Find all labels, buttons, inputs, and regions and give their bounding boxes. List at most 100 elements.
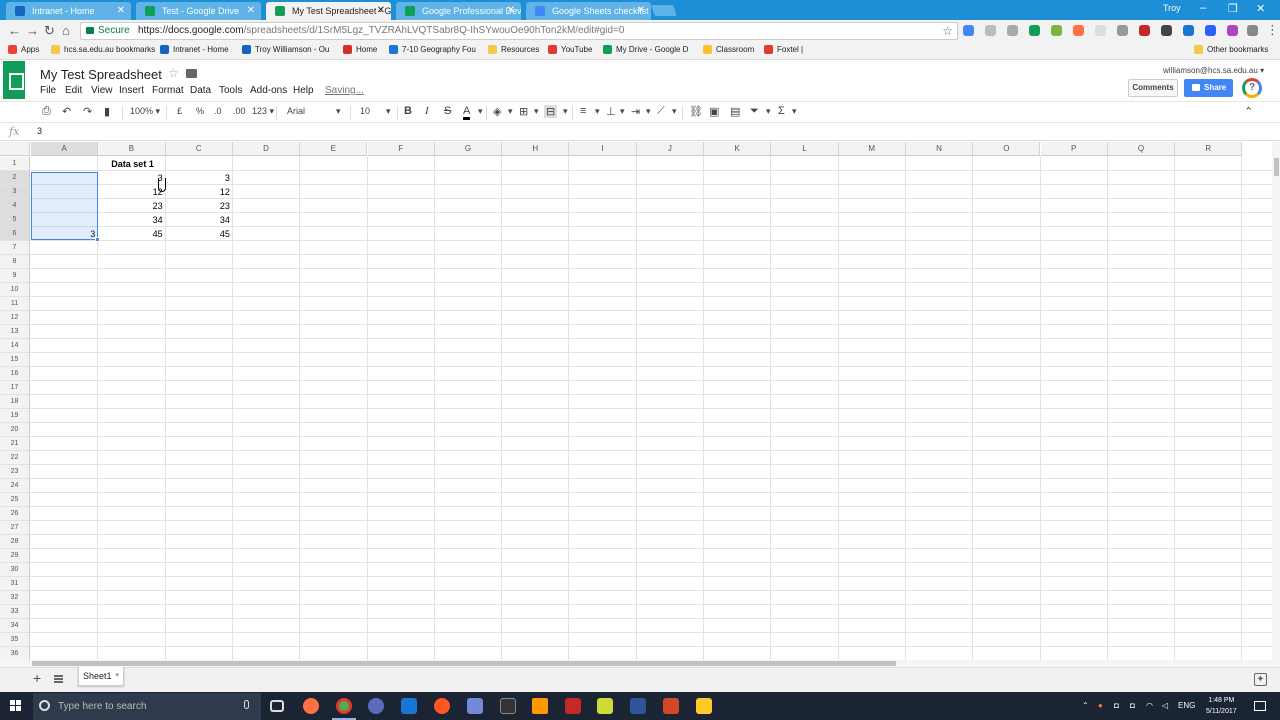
extension-icon[interactable] [1029,25,1040,36]
task-view-icon[interactable] [270,700,284,712]
app-icon-2[interactable] [597,698,613,714]
vlc-icon[interactable] [532,698,548,714]
column-header-f[interactable]: F [367,142,435,156]
vertical-align-dropdown-icon[interactable]: ▾ [620,106,625,117]
row-header-21[interactable]: 21 [0,437,30,451]
extension-icon[interactable] [1073,25,1084,36]
undo-icon[interactable]: ↶ [62,105,71,118]
app-icon[interactable] [500,698,516,714]
currency-button[interactable]: £ [177,106,182,116]
menu-help[interactable]: Help [293,85,314,96]
browser-app-icon[interactable] [368,698,384,714]
column-header-c[interactable]: C [165,142,233,156]
cell-c2[interactable]: 3 [166,171,233,185]
row-header-3[interactable]: 3 [0,185,30,199]
fill-color-icon[interactable]: ◈ [493,105,501,118]
cell-b5[interactable]: 34 [98,213,165,227]
language-indicator[interactable]: ENG [1178,701,1195,710]
row-header-16[interactable]: 16 [0,367,30,381]
account-email[interactable]: williamson@hcs.sa.edu.au ▾ [1163,66,1264,75]
row-header-15[interactable]: 15 [0,353,30,367]
fill-color-dropdown-icon[interactable]: ▾ [508,106,513,117]
extension-icon[interactable] [1205,25,1216,36]
all-sheets-icon[interactable] [54,675,63,683]
close-tab-icon[interactable]: ✕ [637,2,645,20]
browser-menu-icon[interactable]: ⋮ [1266,22,1279,38]
browser-tab[interactable]: Intranet - Home ✕ [6,2,131,20]
row-header-23[interactable]: 23 [0,465,30,479]
text-rotation-dropdown-icon[interactable]: ▾ [672,106,677,117]
column-header-e[interactable]: E [300,142,368,156]
cell-c6[interactable]: 45 [166,227,233,241]
saving-status[interactable]: Saving... [325,85,364,96]
text-wrapping-dropdown-icon[interactable]: ▾ [646,106,651,117]
cell-c4[interactable]: 23 [166,199,233,213]
merge-cells-icon[interactable]: ⊟ [544,105,558,118]
horizontal-scroll-thumb[interactable] [32,661,896,666]
help-icon[interactable]: ? [1242,78,1262,98]
column-header-j[interactable]: J [636,142,704,156]
borders-icon[interactable]: ⊞ [519,105,528,118]
row-header-24[interactable]: 24 [0,479,30,493]
insert-comment-icon[interactable]: ▣ [709,105,719,118]
bookmark-star-icon[interactable]: ☆ [942,23,953,39]
row-header-20[interactable]: 20 [0,423,30,437]
column-header-n[interactable]: N [905,142,974,156]
row-header-29[interactable]: 29 [0,549,30,563]
column-header-l[interactable]: L [771,142,839,156]
cell-b6[interactable]: 45 [98,227,165,241]
clock[interactable]: 1:48 PM 5/11/2017 [1206,695,1237,717]
bookmark-item[interactable]: Home [343,45,377,54]
menu-tools[interactable]: Tools [219,85,242,96]
close-tab-icon[interactable]: ✕ [377,2,385,20]
share-button[interactable]: Share [1184,79,1233,97]
firefox-icon[interactable] [303,698,319,714]
back-icon[interactable]: ← [8,23,21,38]
strikethrough-button[interactable]: S [444,105,451,117]
bookmark-item[interactable]: My Drive - Google D [603,45,688,54]
sheets-logo-icon[interactable] [3,61,25,99]
insert-link-icon[interactable]: ⛓ [689,105,703,118]
cell-c3[interactable]: 12 [166,185,233,199]
text-color-button[interactable]: A [463,105,471,120]
tray-app-icon[interactable]: ● [1098,701,1103,710]
column-header-h[interactable]: H [502,142,570,156]
vertical-scrollbar[interactable] [1272,142,1280,660]
column-header-m[interactable]: M [838,142,906,156]
menu-format[interactable]: Format [152,85,184,96]
close-window-icon[interactable]: ✕ [1256,2,1265,15]
select-all-corner[interactable] [0,142,30,156]
percent-button[interactable]: % [196,106,204,116]
extension-icon[interactable] [1095,25,1106,36]
minimize-icon[interactable]: – [1200,2,1206,14]
row-header-1[interactable]: 1 [0,157,30,171]
extension-icon[interactable] [1139,25,1150,36]
extension-icon[interactable] [1117,25,1128,36]
bookmark-item[interactable]: Intranet - Home [160,45,229,54]
borders-dropdown-icon[interactable]: ▾ [534,106,539,117]
increase-decimal-button[interactable]: .00 [233,106,246,116]
font-size-select[interactable]: 10 ▾ [360,106,392,116]
close-tab-icon[interactable]: ✕ [507,2,515,20]
forward-icon[interactable]: → [26,23,39,38]
redo-icon[interactable]: ↷ [83,105,92,118]
taskbar-search[interactable]: Type here to search [33,693,261,720]
notifications-icon[interactable] [1254,701,1266,711]
maximize-icon[interactable]: ❐ [1228,2,1238,15]
text-color-dropdown-icon[interactable]: ▾ [478,106,483,117]
volume-icon[interactable]: ◁ [1162,701,1168,710]
add-sheet-icon[interactable]: + [33,670,41,686]
browser-tab[interactable]: Google Sheets checklist ✕ [526,2,651,20]
row-header-4[interactable]: 4 [0,199,30,213]
merge-dropdown-icon[interactable]: ▾ [563,106,568,117]
word-icon[interactable] [630,698,646,714]
bookmark-item[interactable]: Apps [8,45,39,54]
row-header-30[interactable]: 30 [0,563,30,577]
column-header-p[interactable]: P [1040,142,1108,156]
fill-handle[interactable] [95,237,100,242]
bookmark-item[interactable]: 7-10 Geography Fou [389,45,476,54]
print-icon[interactable]: ⎙ [42,105,51,118]
filter-icon[interactable]: ⏷ [750,105,759,118]
tray-app-icon[interactable]: ◘ [1130,701,1135,710]
spreadsheet-grid[interactable]: A B C D E F G H I J K L M N O P Q R 1 2 3 4 5 6 7 8 9 10 11 12 13 14 15 1… [0,142,1272,660]
